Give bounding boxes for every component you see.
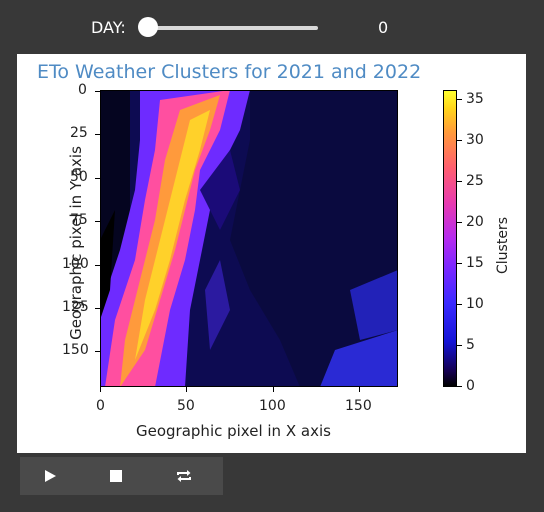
- x-tick-label: 50: [177, 398, 195, 414]
- y-tick-mark: [95, 178, 100, 179]
- y-tick-mark: [95, 134, 100, 135]
- colorbar-tick-mark: [457, 345, 462, 346]
- x-axis-title: Geographic pixel in X axis: [136, 422, 331, 440]
- day-slider-label: DAY:: [91, 18, 126, 37]
- x-tick-mark: [186, 387, 187, 392]
- x-tick-label: 100: [259, 398, 286, 414]
- x-tick-mark: [100, 387, 101, 392]
- cluster-figure: ETo Weather Clusters for 2021 and 2022 0…: [17, 54, 526, 453]
- x-tick-mark: [273, 387, 274, 392]
- day-slider-track[interactable]: [148, 26, 318, 30]
- colorbar-tick-mark: [457, 304, 462, 305]
- colorbar-tick-label: 0: [466, 378, 475, 394]
- colorbar-tick-label: 15: [466, 255, 484, 271]
- colorbar-tick-mark: [457, 263, 462, 264]
- day-slider-thumb[interactable]: [138, 17, 158, 37]
- x-tick-label: 0: [96, 398, 105, 414]
- colorbar-tick-label: 35: [466, 91, 484, 107]
- colorbar-tick-mark: [457, 140, 462, 141]
- cluster-heatmap: [100, 90, 398, 387]
- colorbar-tick-mark: [457, 222, 462, 223]
- colorbar-tick-mark: [457, 99, 462, 100]
- colorbar-tick-label: 20: [466, 214, 484, 230]
- figure-title: ETo Weather Clusters for 2021 and 2022: [37, 61, 422, 83]
- y-tick-mark: [95, 265, 100, 266]
- colorbar: [443, 90, 457, 387]
- y-tick-label: 0: [78, 82, 87, 98]
- x-tick-mark: [359, 387, 360, 392]
- x-tick-label: 150: [345, 398, 372, 414]
- day-slider-row: DAY: 0: [0, 0, 544, 54]
- y-tick-mark: [95, 308, 100, 309]
- colorbar-tick-mark: [457, 181, 462, 182]
- y-axis-title: Geographic pixel in Y axis: [67, 146, 85, 340]
- colorbar-tick-label: 25: [466, 173, 484, 189]
- heatmap-graphic: [100, 90, 398, 387]
- colorbar-tick-mark: [457, 386, 462, 387]
- y-tick-mark: [95, 351, 100, 352]
- loop-icon: [177, 470, 191, 482]
- play-button[interactable]: [20, 457, 80, 495]
- y-tick-mark: [95, 91, 100, 92]
- loop-button[interactable]: [154, 457, 214, 495]
- colorbar-tick-label: 10: [466, 296, 484, 312]
- colorbar-tick-label: 30: [466, 132, 484, 148]
- colorbar-tick-label: 5: [466, 337, 475, 353]
- animation-controls: [20, 457, 223, 495]
- play-icon: [45, 470, 56, 482]
- stop-button[interactable]: [86, 457, 146, 495]
- colorbar-title: Clusters: [495, 217, 511, 274]
- y-tick-mark: [95, 221, 100, 222]
- stop-icon: [110, 470, 122, 482]
- day-slider-value: 0: [378, 18, 389, 37]
